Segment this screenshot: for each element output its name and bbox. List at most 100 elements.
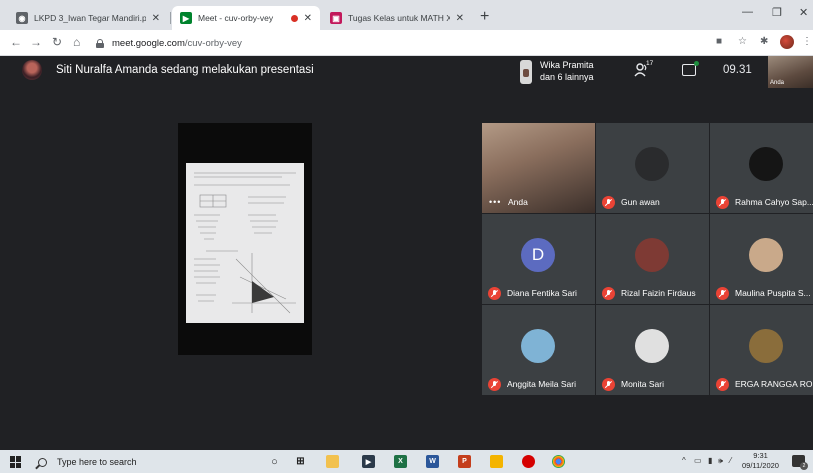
participant-name: Anda bbox=[508, 197, 528, 207]
self-view-thumbnail[interactable]: Anda bbox=[768, 56, 813, 88]
windows-start-icon[interactable] bbox=[10, 456, 22, 468]
meet-icon: ▶ bbox=[180, 12, 192, 24]
participant-tile-self[interactable]: ••• Anda bbox=[482, 123, 595, 213]
screen: ◉ LKPD 3_Iwan Tegar Mandiri.pdf ✕ ▶ Meet… bbox=[0, 0, 813, 473]
tab-label: LKPD 3_Iwan Tegar Mandiri.pdf bbox=[34, 13, 146, 23]
mic-off-icon bbox=[488, 287, 501, 300]
participant-tile[interactable]: Maulina Puspita S... bbox=[710, 214, 813, 304]
speaker-thumbnail bbox=[520, 60, 532, 84]
tab-classroom[interactable]: ▣ Tugas Kelas untuk MATH XII Kor ✕ bbox=[322, 6, 472, 30]
close-icon[interactable]: ✕ bbox=[456, 13, 464, 24]
participant-avatar bbox=[749, 147, 783, 181]
participant-tile[interactable]: Anggita Meila Sari bbox=[482, 305, 595, 395]
new-tab-button[interactable]: + bbox=[480, 8, 489, 26]
word-icon[interactable]: W bbox=[426, 455, 439, 468]
record-app-icon[interactable] bbox=[522, 455, 535, 468]
system-clock[interactable]: 9:31 09/11/2020 bbox=[742, 451, 779, 471]
profile-avatar[interactable] bbox=[780, 35, 794, 49]
store-icon[interactable]: ▶ bbox=[362, 455, 375, 468]
tray-chevron-icon[interactable]: ^ bbox=[682, 456, 686, 465]
meet-stage: Siti Nuralfa Amanda sedang melakukan pre… bbox=[0, 56, 813, 450]
tab-meet[interactable]: ▶ Meet - cuv-orby-vey ✕ bbox=[172, 6, 320, 30]
active-speaker-indicator[interactable]: Wika Pramita dan 6 lainnya bbox=[520, 58, 602, 88]
presented-screen bbox=[178, 123, 312, 355]
participant-tile[interactable]: Monita Sari bbox=[596, 305, 709, 395]
address-bar: ← → ↻ ⌂ meet.google.com/cuv-orby-vey ■ ☆… bbox=[0, 30, 813, 56]
participant-name: ERGA RANGGA RO... bbox=[735, 379, 813, 389]
participant-avatar: D bbox=[521, 238, 555, 272]
participant-count: 17 bbox=[646, 60, 654, 67]
camera-icon[interactable]: ■ bbox=[716, 36, 722, 47]
network-icon[interactable]: ▮ bbox=[708, 456, 712, 465]
file-explorer-icon[interactable] bbox=[326, 455, 339, 468]
tab-strip: ◉ LKPD 3_Iwan Tegar Mandiri.pdf ✕ ▶ Meet… bbox=[0, 0, 813, 30]
participant-name: Monita Sari bbox=[621, 379, 664, 389]
participant-tile[interactable]: Gun awan bbox=[596, 123, 709, 213]
close-window-button[interactable]: ✕ bbox=[799, 6, 808, 19]
taskbar: Type here to search ○ ⊞ ▶ X W P ^ ▭ ▮ 🕪 … bbox=[0, 450, 813, 473]
recording-icon bbox=[290, 14, 298, 22]
mic-off-icon bbox=[602, 287, 615, 300]
mic-off-icon bbox=[716, 287, 729, 300]
cortana-icon[interactable]: ○ bbox=[268, 455, 281, 468]
star-icon[interactable]: ☆ bbox=[738, 36, 747, 47]
chrome-pdf-icon: ◉ bbox=[16, 12, 28, 24]
participant-name: Anggita Meila Sari bbox=[507, 379, 576, 389]
search-placeholder: Type here to search bbox=[57, 457, 137, 467]
participant-tile[interactable]: ERGA RANGGA RO... bbox=[710, 305, 813, 395]
close-icon[interactable]: ✕ bbox=[152, 13, 160, 24]
notification-icon[interactable]: 2 bbox=[792, 455, 808, 470]
taskbar-search[interactable]: Type here to search bbox=[38, 453, 248, 471]
participant-avatar bbox=[749, 238, 783, 272]
tab-label: Meet - cuv-orby-vey bbox=[198, 13, 274, 23]
participant-tile[interactable]: Rizal Faizin Firdaus bbox=[596, 214, 709, 304]
volume-icon[interactable]: 🕪 bbox=[718, 456, 723, 466]
people-icon[interactable]: 17 bbox=[634, 60, 656, 82]
speaker-others: dan 6 lainnya bbox=[540, 72, 594, 82]
system-time: 9:31 bbox=[753, 451, 768, 460]
tab-pdf[interactable]: ◉ LKPD 3_Iwan Tegar Mandiri.pdf ✕ bbox=[8, 6, 168, 30]
presenter-avatar bbox=[22, 60, 42, 80]
notification-count: 2 bbox=[800, 462, 808, 470]
home-button[interactable]: ⌂ bbox=[73, 35, 80, 49]
chrome-icon[interactable] bbox=[552, 455, 565, 468]
url-path: /cuv-orby-vey bbox=[184, 37, 242, 49]
powerpoint-icon[interactable]: P bbox=[458, 455, 471, 468]
participant-tile[interactable]: Rahma Cahyo Sap... bbox=[710, 123, 813, 213]
url-field[interactable]: meet.google.com/cuv-orby-vey bbox=[96, 34, 696, 52]
reload-button[interactable]: ↻ bbox=[52, 35, 62, 49]
tab-label: Tugas Kelas untuk MATH XII Kor bbox=[348, 13, 450, 23]
participant-tile[interactable]: D Diana Fentika Sari bbox=[482, 214, 595, 304]
mic-off-icon bbox=[488, 378, 501, 391]
system-date: 09/11/2020 bbox=[742, 461, 779, 470]
mic-off-icon bbox=[602, 196, 615, 209]
restore-button[interactable]: ❐ bbox=[772, 6, 782, 19]
more-options-icon[interactable]: ••• bbox=[489, 197, 501, 207]
forward-button[interactable]: → bbox=[30, 35, 42, 49]
participant-avatar bbox=[521, 329, 555, 363]
url-host: meet.google.com bbox=[112, 37, 185, 49]
battery-icon[interactable]: ▭ bbox=[694, 456, 702, 465]
app-icon[interactable] bbox=[490, 455, 503, 468]
close-icon[interactable]: ✕ bbox=[304, 13, 312, 24]
participant-avatar bbox=[635, 238, 669, 272]
chat-icon[interactable] bbox=[682, 61, 699, 76]
mic-off-icon bbox=[716, 196, 729, 209]
back-button[interactable]: ← bbox=[10, 35, 22, 49]
lock-icon bbox=[96, 38, 104, 48]
search-icon bbox=[38, 457, 47, 467]
excel-icon[interactable]: X bbox=[394, 455, 407, 468]
menu-icon[interactable]: ⋮ bbox=[802, 36, 812, 47]
self-view-label: Anda bbox=[770, 80, 785, 86]
task-view-icon[interactable]: ⊞ bbox=[294, 455, 307, 468]
participant-name: Diana Fentika Sari bbox=[507, 288, 577, 298]
participant-name: Rahma Cahyo Sap... bbox=[735, 197, 813, 207]
meeting-time: 09.31 bbox=[723, 64, 752, 76]
participant-name: Gun awan bbox=[621, 197, 660, 207]
extensions-icon[interactable]: ✱ bbox=[760, 36, 768, 47]
mic-off-icon bbox=[716, 378, 729, 391]
minimize-button[interactable]: — bbox=[742, 6, 753, 18]
participant-name: Maulina Puspita S... bbox=[735, 288, 811, 298]
input-icon[interactable]: ⁄ bbox=[730, 456, 731, 465]
participant-avatar bbox=[749, 329, 783, 363]
